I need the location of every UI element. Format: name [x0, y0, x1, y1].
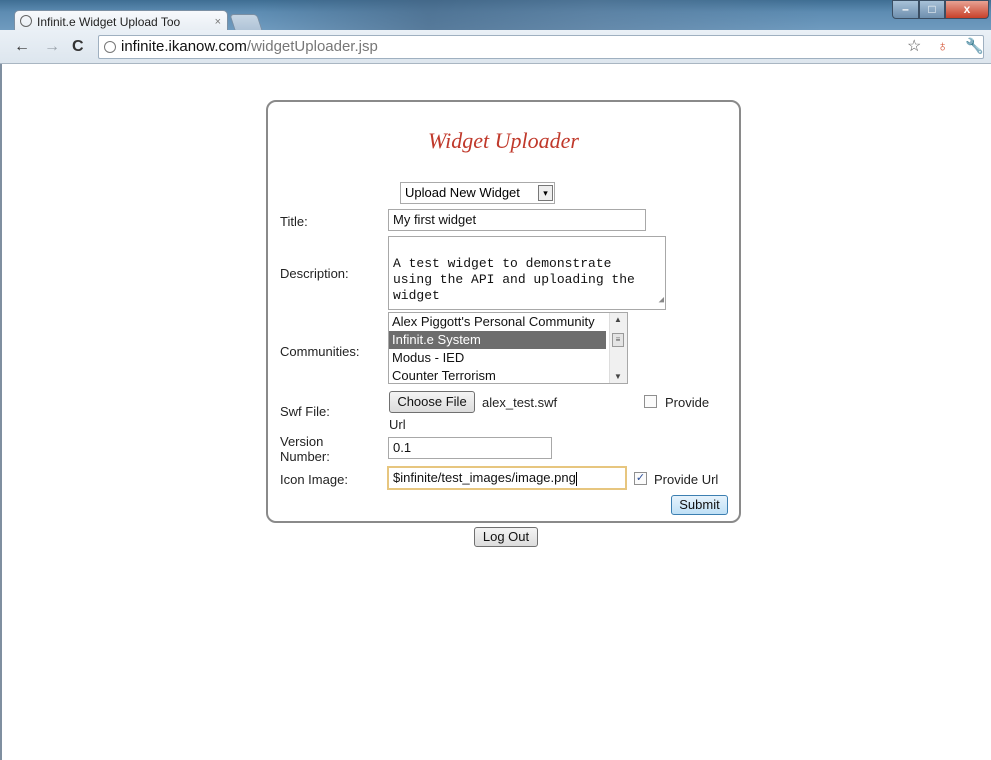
- resize-grip-icon[interactable]: ◢: [659, 292, 664, 308]
- icon-image-label: Icon Image:: [280, 472, 348, 487]
- wrench-menu-icon[interactable]: 🔧: [965, 36, 984, 58]
- widget-uploader-panel: Widget Uploader Upload New Widget ▾ Titl…: [266, 100, 741, 523]
- reload-icon[interactable]: C: [72, 38, 84, 56]
- scroll-up-icon[interactable]: ▲: [614, 315, 622, 324]
- minimize-button[interactable]: –: [892, 0, 919, 19]
- upload-mode-value: Upload New Widget: [405, 185, 520, 200]
- page-globe-icon: [20, 15, 32, 27]
- tab-close-icon[interactable]: ×: [215, 11, 221, 32]
- new-tab-button[interactable]: [229, 14, 263, 31]
- browser-tab[interactable]: Infinit.e Widget Upload Too ×: [14, 10, 228, 32]
- submit-button[interactable]: Submit: [671, 495, 728, 515]
- logout-button[interactable]: Log Out: [474, 527, 538, 547]
- icon-provide-url-checkbox[interactable]: ✓: [634, 472, 647, 485]
- browser-toolbar: ← → C infinite.ikanow.com/widgetUploader…: [0, 30, 991, 64]
- community-option-selected[interactable]: Infinit.e System: [389, 331, 606, 349]
- site-globe-icon: [104, 41, 116, 53]
- icon-image-value: $infinite/test_images/image.png: [393, 470, 576, 485]
- description-text: A test widget to demonstrate using the A…: [393, 256, 635, 303]
- maximize-button[interactable]: □: [919, 0, 945, 19]
- chevron-down-icon[interactable]: ▾: [538, 185, 553, 201]
- communities-label: Communities:: [280, 344, 360, 359]
- swf-file-label: Swf File:: [280, 404, 330, 419]
- scroll-down-icon[interactable]: ▼: [614, 372, 622, 381]
- icon-image-input[interactable]: $infinite/test_images/image.png: [387, 466, 627, 490]
- description-label: Description:: [280, 266, 349, 281]
- community-option[interactable]: Modus - IED: [389, 349, 606, 367]
- description-textarea[interactable]: A test widget to demonstrate using the A…: [388, 236, 666, 310]
- close-window-button[interactable]: x: [945, 0, 989, 19]
- version-input[interactable]: 0.1: [388, 437, 552, 459]
- version-label-line1: Version: [280, 434, 324, 449]
- listbox-scrollbar[interactable]: ▲ ≡ ▼: [609, 313, 627, 383]
- title-label: Title:: [280, 214, 308, 229]
- community-option[interactable]: Counter Terrorism: [389, 367, 606, 383]
- page-title: Widget Uploader: [428, 128, 579, 153]
- communities-listbox[interactable]: Alex Piggott's Personal Community Infini…: [388, 312, 628, 384]
- window-titlebar: Infinit.e Widget Upload Too × – □ x: [0, 0, 991, 32]
- upload-mode-select[interactable]: Upload New Widget ▾: [400, 182, 555, 204]
- swf-provide-label: Provide: [665, 395, 710, 410]
- swf-provide-url-checkbox[interactable]: [644, 395, 657, 408]
- icon-provide-url-label: Provide Url: [654, 472, 719, 487]
- address-bar[interactable]: infinite.ikanow.com/widgetUploader.jsp ☆…: [98, 35, 984, 59]
- window-left-edge: [0, 64, 2, 760]
- swf-provide-label-url: Url: [389, 417, 406, 432]
- url-host: infinite.ikanow.com: [121, 38, 247, 55]
- extension-icon[interactable]: ♁: [937, 36, 948, 58]
- forward-arrow-icon[interactable]: →: [44, 38, 60, 56]
- version-label-line2: Number:: [280, 449, 330, 464]
- titlebar-glass: [260, 0, 820, 30]
- scroll-thumb[interactable]: ≡: [612, 333, 624, 347]
- choose-file-button[interactable]: Choose File: [389, 391, 475, 413]
- community-option[interactable]: Alex Piggott's Personal Community: [389, 313, 606, 331]
- tab-title: Infinit.e Widget Upload Too: [37, 15, 181, 29]
- back-arrow-icon[interactable]: ←: [14, 38, 30, 56]
- url-path: /widgetUploader.jsp: [246, 38, 378, 55]
- text-caret: [575, 471, 577, 486]
- swf-filename: alex_test.swf: [482, 395, 558, 410]
- title-input[interactable]: My first widget: [388, 209, 646, 231]
- bookmark-star-icon[interactable]: ☆: [907, 36, 921, 58]
